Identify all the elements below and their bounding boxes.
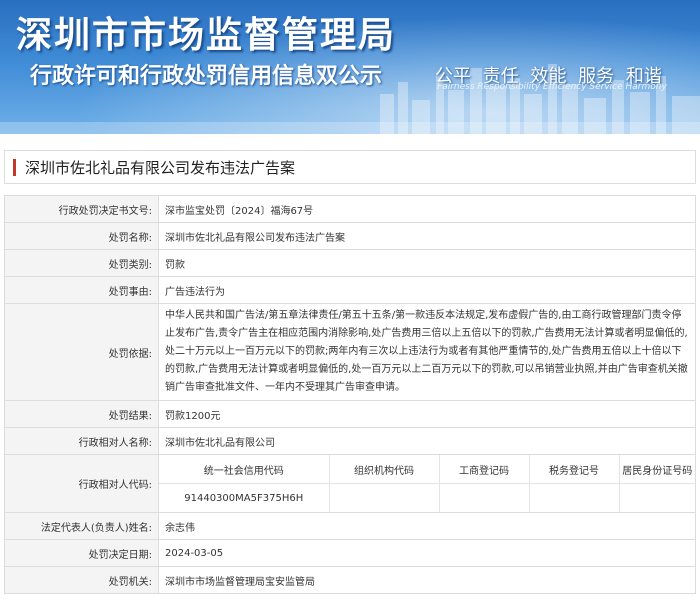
table-row: 处罚机关: 深圳市市场监督管理局宝安监管局 bbox=[4, 566, 696, 594]
tax-code-value bbox=[529, 483, 620, 512]
field-label: 法定代表人(负责人)姓名: bbox=[4, 512, 159, 540]
code-header: 统一社会信用代码 bbox=[159, 455, 330, 484]
decision-number-value: 深市监宝处罚〔2024〕福海67号 bbox=[158, 195, 696, 223]
field-label: 行政相对人名称: bbox=[4, 427, 159, 455]
legal-rep-value: 余志伟 bbox=[158, 512, 696, 540]
decision-date-value: 2024-03-05 bbox=[158, 539, 696, 567]
basis-value: 中华人民共和国广告法/第五章法律责任/第五十五条/第一款违反本法规定,发布虚假广… bbox=[158, 303, 696, 401]
field-label: 行政相对人代码: bbox=[4, 454, 159, 513]
table-row: 处罚名称: 深圳市佐北礼品有限公司发布违法广告案 bbox=[4, 222, 696, 250]
party-code-table: 统一社会信用代码 组织机构代码 工商登记码 税务登记号 居民身份证号码 9144… bbox=[159, 455, 695, 512]
banner-slogan-english: Fairness Responsibility Efficiency Servi… bbox=[437, 82, 667, 92]
case-title-bar: 深圳市佐北礼品有限公司发布违法广告案 bbox=[4, 150, 696, 184]
table-row: 行政相对人名称: 深圳市佐北礼品有限公司 bbox=[4, 427, 696, 455]
field-label: 处罚名称: bbox=[4, 222, 159, 250]
code-header: 工商登记码 bbox=[439, 455, 530, 484]
title-accent-bar bbox=[13, 159, 16, 176]
code-header: 税务登记号 bbox=[529, 455, 620, 484]
code-header: 居民身份证号码 bbox=[619, 455, 695, 484]
id-number-value bbox=[619, 484, 695, 513]
table-row: 处罚结果: 罚款1200元 bbox=[4, 400, 696, 428]
result-value: 罚款1200元 bbox=[158, 400, 696, 428]
table-row: 行政相对人代码: 统一社会信用代码 组织机构代码 工商登记码 税务登记号 居民身… bbox=[4, 454, 696, 513]
table-row: 处罚依据: 中华人民共和国广告法/第五章法律责任/第五十五条/第一款违反本法规定… bbox=[4, 303, 696, 401]
field-label: 处罚类别: bbox=[4, 249, 159, 277]
field-label: 处罚决定日期: bbox=[4, 539, 159, 567]
code-value-row: 91440300MA5F375H6H bbox=[159, 483, 695, 513]
code-header-row: 统一社会信用代码 组织机构代码 工商登记码 税务登记号 居民身份证号码 bbox=[159, 455, 695, 484]
authority-value: 深圳市市场监督管理局宝安监管局 bbox=[158, 566, 696, 594]
registration-code-value bbox=[439, 483, 530, 512]
table-row: 法定代表人(负责人)姓名: 余志伟 bbox=[4, 512, 696, 540]
org-code-value bbox=[329, 483, 440, 512]
field-label: 处罚事由: bbox=[4, 276, 159, 304]
code-header: 组织机构代码 bbox=[329, 455, 440, 484]
field-label: 处罚依据: bbox=[4, 303, 159, 401]
field-label: 处罚机关: bbox=[4, 566, 159, 594]
category-value: 罚款 bbox=[158, 249, 696, 277]
case-name-value: 深圳市佐北礼品有限公司发布违法广告案 bbox=[158, 222, 696, 250]
reason-value: 广告违法行为 bbox=[158, 276, 696, 304]
party-code-cell: 统一社会信用代码 组织机构代码 工商登记码 税务登记号 居民身份证号码 9144… bbox=[158, 454, 696, 513]
banner-subtitle: 行政许可和行政处罚信用信息双公示 bbox=[30, 64, 383, 89]
case-title: 深圳市佐北礼品有限公司发布违法广告案 bbox=[25, 159, 296, 177]
table-row: 处罚类别: 罚款 bbox=[4, 249, 696, 277]
field-label: 处罚结果: bbox=[4, 400, 159, 428]
bureau-title: 深圳市市场监督管理局 bbox=[16, 15, 397, 56]
table-row: 处罚事由: 广告违法行为 bbox=[4, 276, 696, 304]
table-row: 行政处罚决定书文号: 深市监宝处罚〔2024〕福海67号 bbox=[4, 195, 696, 223]
penalty-info-table: 行政处罚决定书文号: 深市监宝处罚〔2024〕福海67号 处罚名称: 深圳市佐北… bbox=[4, 195, 696, 594]
party-name-value: 深圳市佐北礼品有限公司 bbox=[158, 427, 696, 455]
field-label: 行政处罚决定书文号: bbox=[4, 195, 159, 223]
table-row: 处罚决定日期: 2024-03-05 bbox=[4, 539, 696, 567]
credit-code-value: 91440300MA5F375H6H bbox=[159, 483, 330, 512]
header-banner: 深圳市市场监督管理局 行政许可和行政处罚信用信息双公示 公平 责任 效能 服务 … bbox=[0, 0, 700, 134]
